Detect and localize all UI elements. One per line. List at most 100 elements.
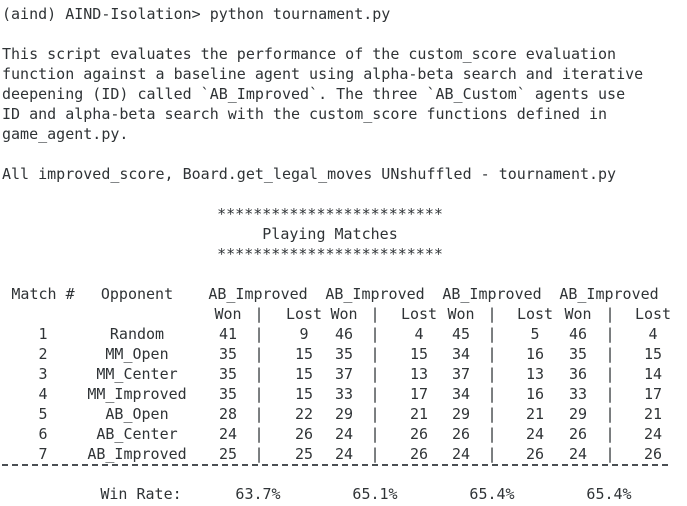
won-count: 35	[218, 365, 238, 383]
intro-line-4: ID and alpha-beta search with the custom…	[2, 105, 608, 123]
won-count: 26	[451, 425, 471, 443]
table-divider	[2, 464, 668, 466]
column-separator: |	[254, 405, 264, 423]
lost-count: 21	[643, 405, 663, 423]
win-rate-label: Win Rate:	[100, 485, 182, 503]
lost-count: 24	[643, 425, 663, 443]
opponent-header: Opponent	[100, 285, 174, 303]
lost-count: 26	[294, 425, 314, 443]
match-number: 4	[38, 385, 48, 403]
agent-header-4: AB_Improved	[559, 285, 659, 303]
column-separator: |	[487, 345, 497, 363]
column-separator: |	[370, 345, 380, 363]
note-line: All improved_score, Board.get_legal_move…	[2, 165, 617, 183]
lost-count: 4	[414, 325, 424, 343]
opponent-name: AB_Improved	[87, 445, 187, 463]
won-header-4: Won	[564, 305, 592, 323]
match-number: 1	[38, 325, 48, 343]
lost-header-1: Lost	[285, 305, 323, 323]
lost-count: 21	[409, 405, 429, 423]
column-separator: |	[254, 425, 264, 443]
lost-count: 24	[525, 425, 545, 443]
intro-line-1: This script evaluates the performance of…	[2, 45, 617, 63]
intro-line-5: game_agent.py.	[2, 125, 129, 143]
won-count: 37	[451, 365, 471, 383]
won-count: 35	[334, 345, 354, 363]
win-rate-1: 63.7%	[235, 485, 281, 503]
column-separator: |	[254, 365, 264, 383]
won-count: 46	[334, 325, 354, 343]
won-count: 24	[218, 425, 238, 443]
won-count: 29	[568, 405, 588, 423]
match-number: 2	[38, 345, 48, 363]
agent-header-1: AB_Improved	[208, 285, 308, 303]
column-separator: |	[370, 305, 380, 323]
banner-title: Playing Matches	[262, 225, 398, 243]
column-separator: |	[605, 445, 615, 463]
lost-count: 26	[525, 445, 545, 463]
lost-count: 15	[409, 345, 429, 363]
lost-count: 22	[294, 405, 314, 423]
won-count: 45	[451, 325, 471, 343]
won-count: 29	[451, 405, 471, 423]
lost-count: 15	[294, 345, 314, 363]
lost-header-4: Lost	[634, 305, 672, 323]
lost-count: 21	[525, 405, 545, 423]
column-separator: |	[487, 405, 497, 423]
column-separator: |	[605, 365, 615, 383]
lost-header-2: Lost	[400, 305, 438, 323]
won-count: 29	[334, 405, 354, 423]
lost-count: 26	[409, 445, 429, 463]
column-separator: |	[370, 365, 380, 383]
win-rate-3: 65.4%	[469, 485, 515, 503]
won-count: 24	[451, 445, 471, 463]
match-number: 3	[38, 365, 48, 383]
agent-header-2: AB_Improved	[325, 285, 425, 303]
lost-count: 17	[643, 385, 663, 403]
opponent-name: MM_Open	[105, 345, 169, 363]
lost-count: 4	[648, 325, 658, 343]
won-count: 24	[568, 445, 588, 463]
lost-count: 5	[530, 325, 540, 343]
won-count: 41	[218, 325, 238, 343]
opponent-name: Random	[109, 325, 165, 343]
column-separator: |	[605, 385, 615, 403]
column-separator: |	[605, 345, 615, 363]
column-separator: |	[370, 425, 380, 443]
lost-count: 16	[525, 385, 545, 403]
won-count: 26	[568, 425, 588, 443]
column-separator: |	[254, 305, 264, 323]
column-separator: |	[487, 385, 497, 403]
lost-count: 14	[643, 365, 663, 383]
column-separator: |	[605, 425, 615, 443]
won-count: 37	[334, 365, 354, 383]
opponent-name: AB_Center	[96, 425, 178, 443]
won-count: 34	[451, 385, 471, 403]
agent-header-3: AB_Improved	[442, 285, 542, 303]
column-separator: |	[487, 365, 497, 383]
lost-count: 13	[525, 365, 545, 383]
terminal-window: { "prompt": "(aind) AIND-Isolation> pyth…	[0, 0, 687, 506]
won-count: 35	[218, 345, 238, 363]
win-rate-2: 65.1%	[352, 485, 398, 503]
lost-count: 9	[299, 325, 309, 343]
won-count: 36	[568, 365, 588, 383]
banner-stars-bottom: *************************	[217, 245, 443, 263]
won-count: 33	[568, 385, 588, 403]
column-separator: |	[605, 325, 615, 343]
banner-stars-top: *************************	[217, 205, 443, 223]
lost-count: 25	[294, 445, 314, 463]
match-header: Match #	[11, 285, 75, 303]
lost-count: 16	[525, 345, 545, 363]
column-separator: |	[254, 345, 264, 363]
column-separator: |	[370, 325, 380, 343]
lost-count: 15	[294, 385, 314, 403]
match-number: 7	[38, 445, 48, 463]
column-separator: |	[254, 325, 264, 343]
lost-header-3: Lost	[516, 305, 554, 323]
opponent-name: MM_Center	[96, 365, 178, 383]
column-separator: |	[487, 445, 497, 463]
lost-count: 15	[643, 345, 663, 363]
column-separator: |	[370, 445, 380, 463]
lost-count: 26	[643, 445, 663, 463]
